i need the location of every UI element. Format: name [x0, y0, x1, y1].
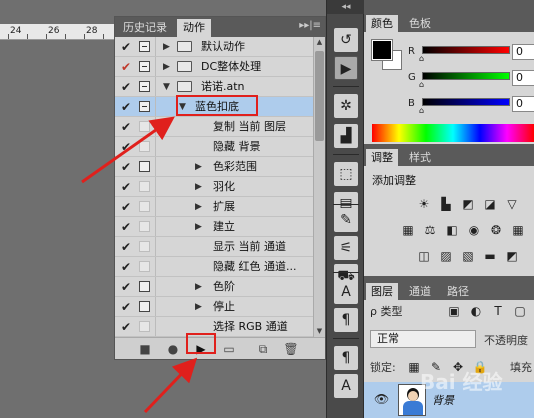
channel-label: G	[408, 72, 416, 83]
history-panel-icon[interactable]: ↺	[334, 28, 358, 52]
blue-value-input[interactable]: 0	[512, 96, 534, 112]
3d-panel-icon[interactable]: ⬚	[334, 162, 358, 186]
hue-saturation-icon[interactable]: ▦	[400, 222, 416, 238]
type-filter-icon[interactable]: T	[490, 303, 506, 319]
slider-knob-icon[interactable]: ⌂	[419, 81, 427, 89]
color-lookup-icon[interactable]: ▦	[510, 222, 526, 238]
posterize-icon[interactable]: ▨	[438, 248, 454, 264]
character-panel-icon[interactable]: A	[334, 280, 358, 304]
paragraph-panel-icon[interactable]: ¶	[334, 308, 358, 332]
blue-slider[interactable]	[422, 98, 510, 106]
layers-panel: ρ 类型 ▣ ◐ T ▢ 正常 不透明度 锁定: ▦ ✎ ✥ 🔒 填充 👁 背景	[364, 300, 534, 418]
green-value-input[interactable]: 0	[512, 70, 534, 86]
blend-row: 正常 不透明度	[364, 328, 534, 350]
brush-presets-icon[interactable]: ✎	[334, 208, 358, 232]
actions-panel-icon[interactable]: ▶	[334, 56, 358, 80]
tab-channels[interactable]: 通道	[404, 283, 436, 300]
levels-icon[interactable]: ▙	[438, 196, 454, 212]
red-value-input[interactable]: 0	[512, 44, 534, 60]
slider-knob-icon[interactable]: ⌂	[419, 107, 427, 115]
green-slider[interactable]	[422, 72, 510, 80]
foreground-color-swatch[interactable]	[371, 39, 393, 61]
curves-icon[interactable]: ◩	[460, 196, 476, 212]
tab-layers[interactable]: 图层	[366, 283, 398, 300]
selective-color-icon[interactable]: ◩	[504, 248, 520, 264]
layers-tabbar: 图层 通道 路径	[364, 282, 534, 300]
pixel-filter-icon[interactable]: ▣	[446, 303, 462, 319]
tab-color[interactable]: 颜色	[366, 15, 398, 32]
brush-panel-icon[interactable]: ⚟	[334, 236, 358, 260]
layer-kind-filter[interactable]: ρ 类型	[370, 304, 430, 320]
slider-knob-icon[interactable]: ⌂	[419, 55, 427, 63]
panel-icon-strip: ◂◂ ↺ ▶ ✲ ▟ ⬚ ▤ ✎ ⚟ ⛟ A ¶ ¶ A	[326, 0, 365, 418]
color-panel-tabbar: 颜色 色板	[364, 14, 534, 32]
eye-icon[interactable]: 👁	[374, 392, 389, 406]
tab-paths[interactable]: 路径	[442, 283, 474, 300]
gradient-map-icon[interactable]: ▬	[482, 248, 498, 264]
fill-label: 填充	[510, 361, 532, 374]
collapse-icon[interactable]: ◂◂	[327, 0, 365, 14]
threshold-icon[interactable]: ▧	[460, 248, 476, 264]
shape-filter-icon[interactable]: ▢	[512, 303, 528, 319]
histogram-panel-icon[interactable]: ▟	[334, 124, 358, 148]
opacity-label: 不透明度	[484, 334, 528, 347]
watermark: Bai 经验	[420, 370, 503, 394]
lock-label: 锁定:	[370, 361, 396, 374]
red-slider[interactable]	[422, 46, 510, 54]
adjustments-panel: 添加调整 ☀ ▙ ◩ ◪ ▽ ▦ ⚖ ◧ ◉ ❂ ▦ ◫ ▨ ▧ ▬ ◩	[364, 166, 534, 276]
channel-label: R	[408, 46, 415, 57]
exposure-icon[interactable]: ◪	[482, 196, 498, 212]
adjustments-tabbar: 调整 样式	[364, 148, 534, 166]
invert-icon[interactable]: ◫	[416, 248, 432, 264]
blend-mode-select[interactable]: 正常	[370, 330, 476, 348]
tab-swatches[interactable]: 色板	[404, 15, 436, 32]
color-balance-icon[interactable]: ⚖	[422, 222, 438, 238]
tab-adjustments[interactable]: 调整	[366, 149, 398, 166]
adjustments-title: 添加调整	[372, 174, 416, 187]
black-white-icon[interactable]: ◧	[444, 222, 460, 238]
photo-filter-icon[interactable]: ◉	[466, 222, 482, 238]
adjustment-filter-icon[interactable]: ◐	[468, 303, 484, 319]
paragraph-styles-icon[interactable]: ¶	[334, 346, 358, 370]
brightness-icon[interactable]: ☀	[416, 196, 432, 212]
channel-label: B	[408, 98, 415, 109]
layer-filter-row: ρ 类型 ▣ ◐ T ▢	[364, 300, 534, 322]
character-styles-icon[interactable]: A	[334, 374, 358, 398]
tab-styles[interactable]: 样式	[404, 149, 436, 166]
color-spectrum-bar[interactable]	[372, 124, 534, 142]
right-panel-dock: 颜色 色板 R ⌂ 0 G ⌂ 0 B ⌂ 0 调整 样式 添加调整 ☀ ▙ ◩…	[364, 0, 534, 418]
channel-mixer-icon[interactable]: ❂	[488, 222, 504, 238]
navigator-panel-icon[interactable]: ✲	[334, 94, 358, 118]
vibrance-icon[interactable]: ▽	[504, 196, 520, 212]
